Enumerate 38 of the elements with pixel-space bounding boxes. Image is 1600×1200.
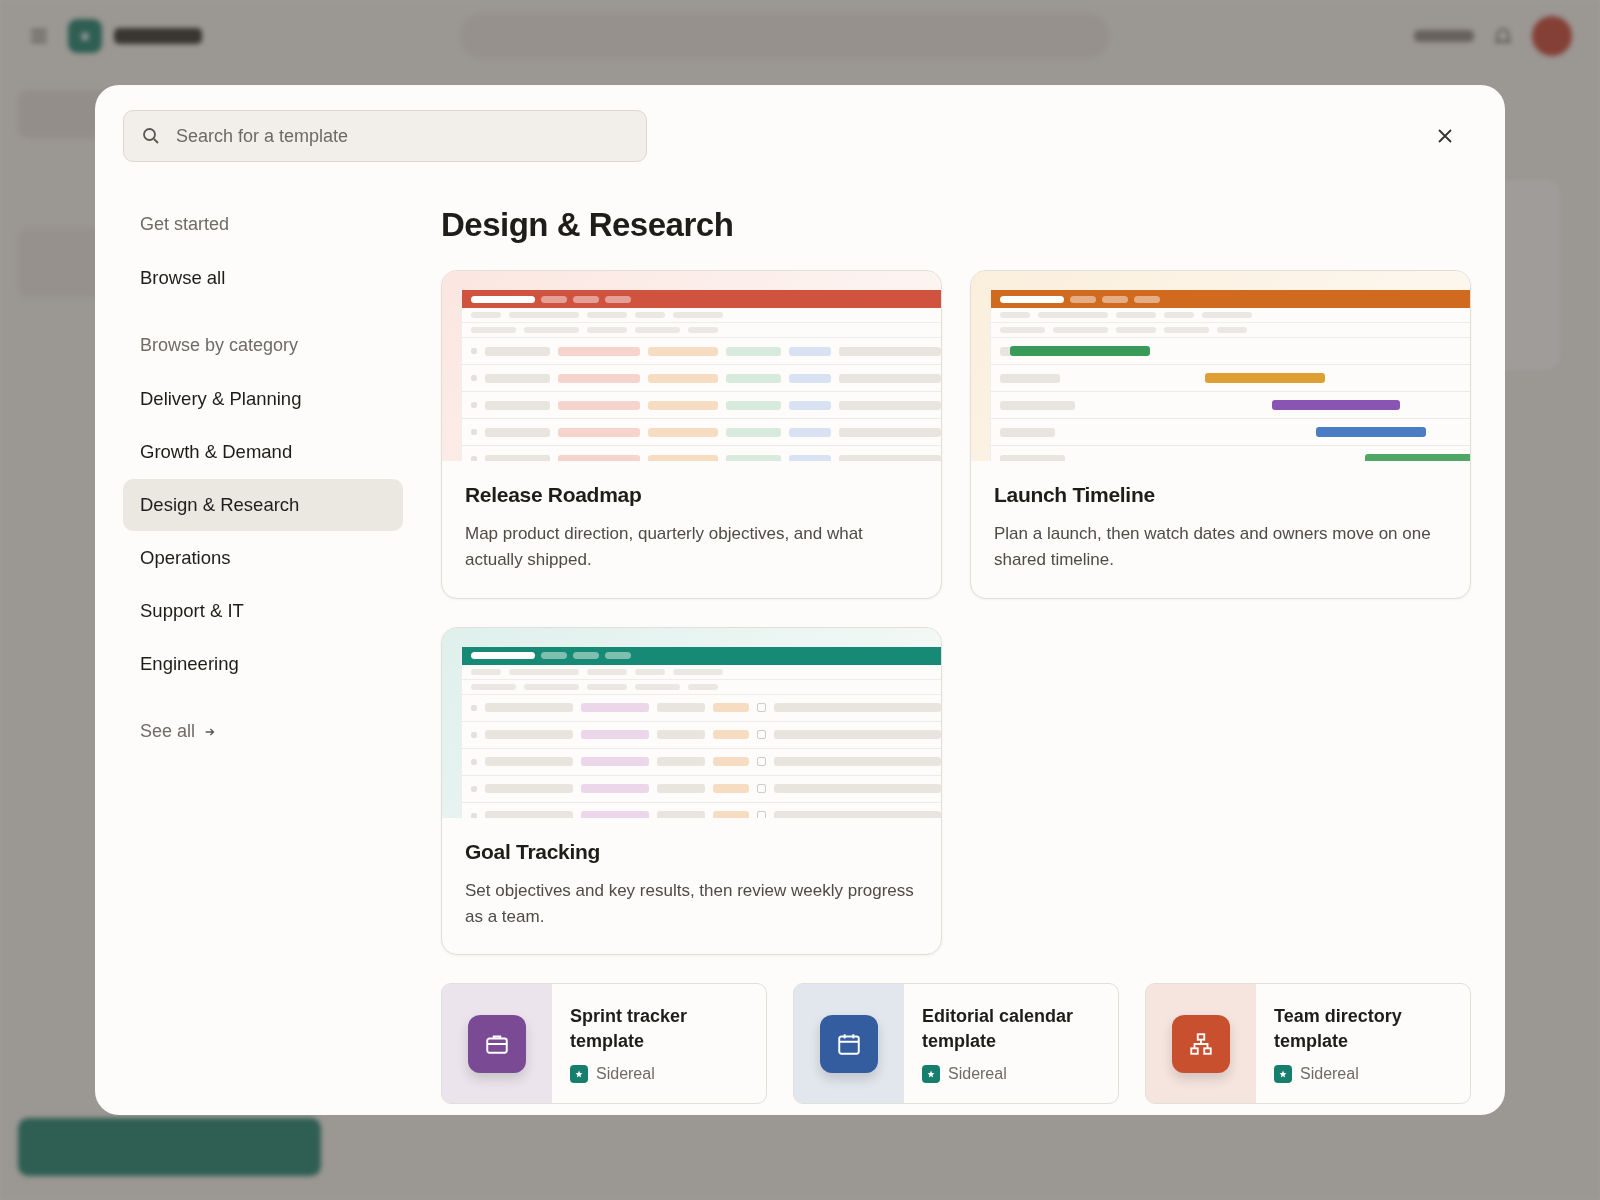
category-item[interactable]: Operations <box>123 532 403 584</box>
section-title: Design & Research <box>441 206 735 244</box>
card-description: Plan a launch, then watch dates and owners move on one shared timeline. <box>994 523 1432 572</box>
template-list-card[interactable]: Sprint tracker template Sidereal <box>441 983 767 1105</box>
category-item[interactable]: Browse all <box>123 252 403 304</box>
card-description: Map product direction, quarterly objectives, and what actually shipped. <box>465 523 864 572</box>
template-list-card[interactable]: Team directory template Sidereal <box>1145 983 1471 1105</box>
template-search-field[interactable]: Search for a template <box>123 110 647 162</box>
create-button[interactable] <box>18 1118 321 1176</box>
star-logo-icon <box>1274 1064 1292 1083</box>
card-title: Release Roadmap <box>465 483 643 507</box>
template-source: Sidereal <box>1300 1064 1359 1083</box>
template-list-card[interactable]: Editorial calendar template Sidereal <box>793 983 1119 1105</box>
nav-heading: Get started <box>139 213 231 236</box>
user-avatar[interactable] <box>1532 16 1572 56</box>
star-logo-icon <box>570 1064 588 1083</box>
template-title: Editorial calendar template <box>922 1005 1075 1053</box>
template-source: Sidereal <box>948 1064 1007 1083</box>
category-item[interactable]: Engineering <box>123 638 403 690</box>
category-item[interactable]: Support & IT <box>123 585 403 637</box>
template-source: Sidereal <box>596 1064 655 1083</box>
template-title: Sprint tracker template <box>570 1005 689 1053</box>
category-item[interactable]: Growth & Demand <box>123 426 403 478</box>
card-title: Goal Tracking <box>465 839 601 864</box>
category-item[interactable]: Delivery & Planning <box>123 373 403 425</box>
category-item[interactable]: Design & Research <box>123 479 403 531</box>
logo-icon <box>68 19 102 53</box>
template-card[interactable]: Release Roadmap Map product direction, quarterly objectives, and what actually shipped. <box>441 270 942 599</box>
blurred-help-bar <box>1414 30 1474 42</box>
star-logo-icon <box>922 1064 940 1083</box>
card-description: Set objectives and key results, then review weekly progress as a team. <box>465 879 915 929</box>
card-title: Launch Timeline <box>994 483 1156 507</box>
see-all-link[interactable]: See all <box>123 713 403 750</box>
template-card[interactable]: Goal Tracking Set objectives and key results, then review weekly progress as a team. <box>441 626 942 956</box>
template-card[interactable]: Launch Timeline Plan a launch, then watch dates and owners move on one shared timeline. <box>970 270 1471 599</box>
search-icon <box>141 126 161 146</box>
template-title: Team directory template <box>1274 1005 1403 1053</box>
nav-heading: Browse by category <box>139 334 300 357</box>
